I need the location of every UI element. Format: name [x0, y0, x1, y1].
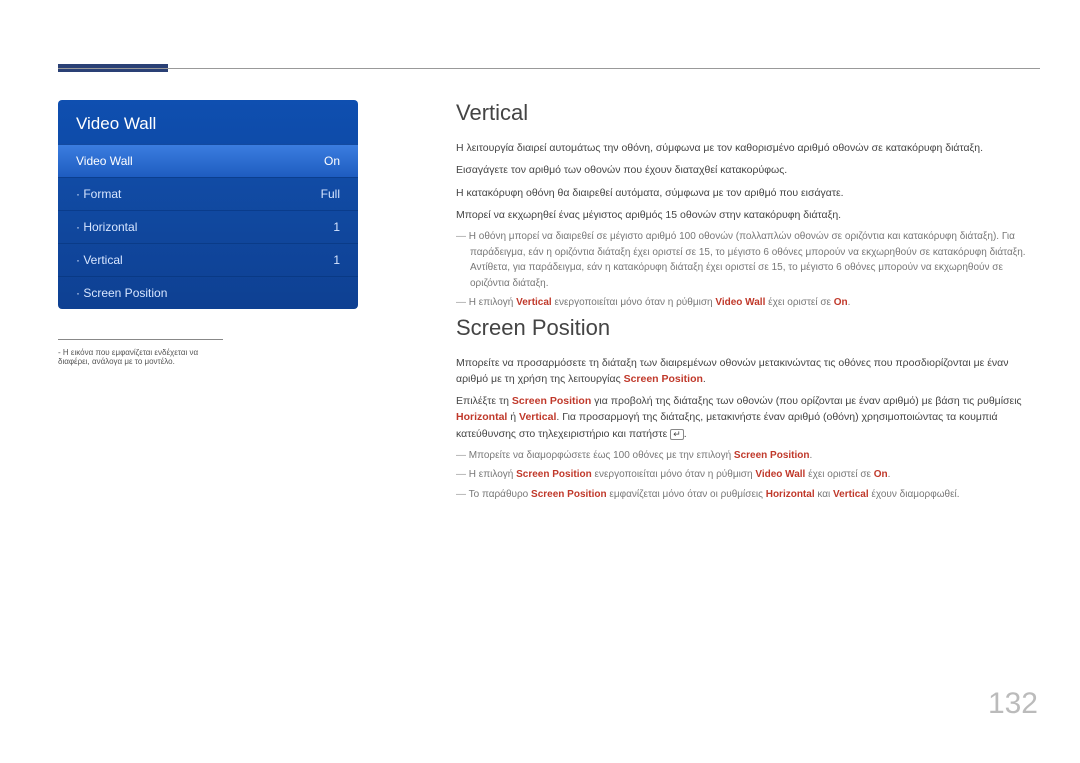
p-text: . [684, 428, 687, 440]
note-text: έχει οριστεί σε [765, 297, 833, 308]
menu-item-value: 1 [333, 253, 340, 267]
vertical-note2: Η επιλογή Vertical ενεργοποιείται μόνο ό… [456, 295, 1038, 311]
right-column: Vertical Η λειτουργία διαιρεί αυτομάτως … [456, 100, 1038, 506]
menu-item-label: · Screen Position [76, 286, 167, 300]
note-text: Μπορείτε να διαμορφώσετε έως 100 οθόνες … [469, 450, 734, 461]
sp-p2: Επιλέξτε τη Screen Position για προβολή … [456, 393, 1038, 442]
p-text: Επιλέξτε τη [456, 395, 512, 407]
note-strong: Screen Position [734, 450, 810, 461]
p-strong: Vertical [519, 411, 556, 423]
menu-item-label: · Vertical [76, 253, 123, 267]
screen-position-heading: Screen Position [456, 315, 1038, 341]
note-text: Η επιλογή [469, 297, 516, 308]
menu-item-value: Full [321, 187, 340, 201]
sp-p1: Μπορείτε να προσαρμόσετε τη διάταξη των … [456, 355, 1038, 388]
p-text: ή [507, 411, 519, 423]
menu-title: Video Wall [58, 100, 358, 144]
note-strong: Screen Position [531, 489, 607, 500]
menu-item-screen-position[interactable]: · Screen Position [58, 276, 358, 309]
p-text: Μπορείτε να προσαρμόσετε τη διάταξη των … [456, 357, 1009, 385]
vertical-p2: Εισαγάγετε τον αριθμό των οθονών που έχο… [456, 162, 1038, 178]
note-text: και [815, 489, 833, 500]
p-strong: Horizontal [456, 411, 507, 423]
note-strong: Video Wall [755, 469, 805, 480]
note-strong: On [834, 297, 848, 308]
page-number: 132 [988, 687, 1038, 721]
sp-note3: Το παράθυρο Screen Position εμφανίζεται … [456, 487, 1038, 503]
caption-text: Η εικόνα που εμφανίζεται ενδέχεται να δι… [58, 348, 198, 366]
menu-item-label: Video Wall [76, 154, 133, 168]
p-text: για προβολή της διάταξης των οθονών (που… [591, 395, 1021, 407]
video-wall-menu: Video Wall Video Wall On · Format Full ·… [58, 100, 358, 309]
p-text: . [703, 373, 706, 385]
sp-note2: Η επιλογή Screen Position ενεργοποιείται… [456, 467, 1038, 483]
note-strong: Vertical [516, 297, 552, 308]
note-strong: Horizontal [766, 489, 815, 500]
note-text: ενεργοποιείται μόνο όταν η ρύθμιση [592, 469, 756, 480]
sp-note1: Μπορείτε να διαμορφώσετε έως 100 οθόνες … [456, 448, 1038, 464]
note-text: εμφανίζεται μόνο όταν οι ρυθμίσεις [607, 489, 766, 500]
p-strong: Screen Position [512, 395, 591, 407]
p-strong: Screen Position [624, 373, 703, 385]
menu-item-video-wall[interactable]: Video Wall On [58, 144, 358, 177]
vertical-p4: Μπορεί να εκχωρηθεί ένας μέγιστος αριθμό… [456, 207, 1038, 223]
note-text: Το παράθυρο [469, 489, 531, 500]
note-text: . [888, 469, 891, 480]
note-text: ενεργοποιείται μόνο όταν η ρύθμιση [552, 297, 716, 308]
menu-caption: - Η εικόνα που εμφανίζεται ενδέχεται να … [58, 339, 223, 366]
note-text: Η επιλογή [469, 469, 516, 480]
enter-icon: ↵ [670, 429, 684, 440]
menu-item-label: · Format [76, 187, 121, 201]
menu-item-value: 1 [333, 220, 340, 234]
vertical-heading: Vertical [456, 100, 1038, 126]
note-strong: On [874, 469, 888, 480]
vertical-note1: Η οθόνη μπορεί να διαιρεθεί σε μέγιστο α… [456, 229, 1038, 291]
menu-item-format[interactable]: · Format Full [58, 177, 358, 210]
note-text: . [848, 297, 851, 308]
header-divider [58, 68, 1040, 69]
note-strong: Vertical [833, 489, 869, 500]
vertical-p3: Η κατακόρυφη οθόνη θα διαιρεθεί αυτόματα… [456, 185, 1038, 201]
caption-dash: - [58, 348, 61, 357]
left-column: Video Wall Video Wall On · Format Full ·… [58, 100, 358, 366]
note-strong: Screen Position [516, 469, 592, 480]
menu-item-horizontal[interactable]: · Horizontal 1 [58, 210, 358, 243]
note-text: . [810, 450, 813, 461]
note-text: έχουν διαμορφωθεί. [869, 489, 960, 500]
menu-item-vertical[interactable]: · Vertical 1 [58, 243, 358, 276]
note-text: έχει οριστεί σε [805, 469, 873, 480]
note-strong: Video Wall [715, 297, 765, 308]
menu-item-label: · Horizontal [76, 220, 137, 234]
menu-item-value: On [324, 154, 340, 168]
vertical-p1: Η λειτουργία διαιρεί αυτομάτως την οθόνη… [456, 140, 1038, 156]
